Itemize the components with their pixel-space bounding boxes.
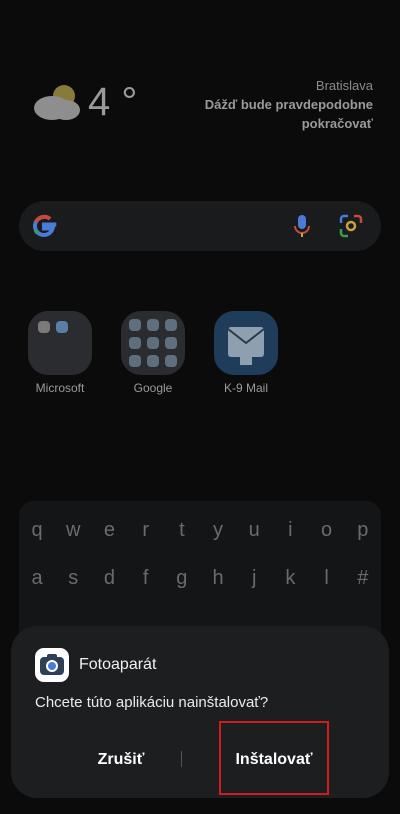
weather-city: Bratislava	[315, 78, 373, 93]
weather-forecast: Dážď bude pravdepodobne pokračovať	[204, 97, 373, 131]
folder-google[interactable]: Google	[120, 311, 186, 395]
cancel-button[interactable]: Zrušiť	[61, 740, 181, 780]
install-dialog: Fotoaparát Chcete túto aplikáciu nainšta…	[11, 626, 389, 798]
camera-app-icon	[35, 648, 69, 682]
dialog-app-name: Fotoaparát	[79, 656, 157, 673]
folder-microsoft[interactable]: Microsoft	[27, 311, 93, 395]
install-button[interactable]: Inštalovať	[219, 721, 329, 795]
key[interactable]: k	[276, 567, 304, 590]
key[interactable]: l	[313, 567, 341, 590]
key[interactable]: i	[276, 519, 304, 542]
google-search-bar[interactable]	[19, 201, 381, 251]
key[interactable]: f	[132, 567, 160, 590]
button-divider	[181, 751, 182, 767]
key[interactable]: d	[95, 567, 123, 590]
key[interactable]: h	[204, 567, 232, 590]
weather-widget[interactable]: 4 ° Bratislava Dážď bude pravdepodobne p…	[30, 78, 375, 138]
folder-icon	[121, 311, 185, 375]
key[interactable]: r	[132, 519, 160, 542]
key[interactable]: j	[240, 567, 268, 590]
app-label: K-9 Mail	[223, 381, 268, 395]
key[interactable]: a	[23, 567, 51, 590]
key[interactable]: u	[240, 519, 268, 542]
key[interactable]: g	[168, 567, 196, 590]
key[interactable]: y	[204, 519, 232, 542]
k9-mail-icon	[214, 311, 278, 375]
key[interactable]: s	[59, 567, 87, 590]
folder-icon	[28, 311, 92, 375]
app-label: Google	[133, 381, 173, 395]
key[interactable]: w	[59, 519, 87, 542]
mic-icon[interactable]	[293, 214, 311, 238]
key[interactable]: #	[349, 567, 377, 590]
keyboard-row-1: q w e r t y u i o p	[19, 519, 381, 542]
key[interactable]: q	[23, 519, 51, 542]
cloudy-sun-icon	[34, 85, 80, 120]
keyboard-row-2: a s d f g h j k l #	[19, 567, 381, 590]
google-g-icon	[32, 214, 57, 237]
temperature: 4 °	[88, 80, 138, 124]
key[interactable]: e	[95, 519, 123, 542]
dialog-question: Chcete túto aplikáciu nainštalovať?	[35, 694, 269, 711]
key[interactable]: o	[313, 519, 341, 542]
key[interactable]: t	[168, 519, 196, 542]
app-k9-mail[interactable]: K-9 Mail	[213, 311, 279, 395]
lens-icon[interactable]	[339, 214, 363, 238]
app-label: Microsoft	[35, 381, 85, 395]
key[interactable]: p	[349, 519, 377, 542]
